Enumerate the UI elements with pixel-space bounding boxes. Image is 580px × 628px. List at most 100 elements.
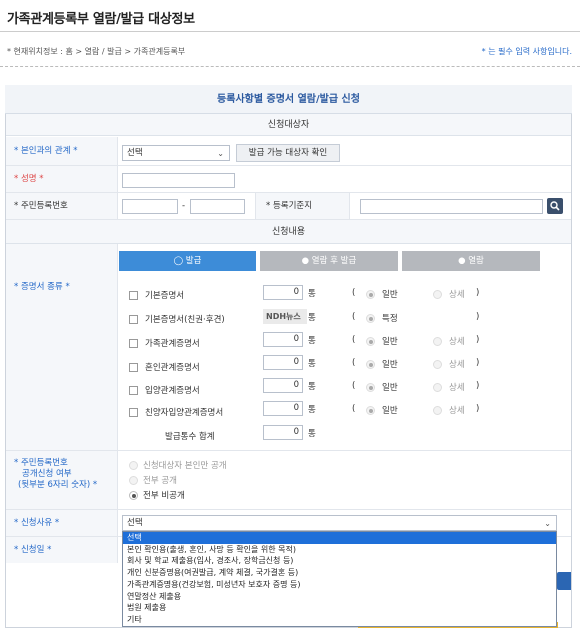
cert-opt1-label: 특정 bbox=[382, 314, 398, 324]
panel-title: 등록사항별 증명서 열람/발급 신청 bbox=[5, 85, 572, 114]
paren-close: ) bbox=[476, 312, 480, 322]
search-button[interactable] bbox=[547, 198, 563, 214]
reason-label-text: * 신청사유 * bbox=[14, 518, 60, 528]
chevron-down-icon: ⌄ bbox=[544, 519, 551, 528]
cert-unit: 통 bbox=[308, 359, 316, 369]
rrn-public-option-self: 신청대상자 본인만 공개 bbox=[143, 461, 227, 471]
base-label: * 등록기준지 bbox=[255, 193, 350, 219]
paren-open: ( bbox=[352, 335, 356, 345]
date-label-text: * 신청일 * bbox=[14, 545, 52, 555]
cert-opt1-radio[interactable] bbox=[366, 337, 375, 346]
tab-issue[interactable]: ◯ 발급 bbox=[119, 251, 256, 271]
check-eligible-button[interactable]: 발급 가능 대상자 확인 bbox=[236, 144, 340, 162]
cert-checkbox[interactable] bbox=[129, 339, 138, 348]
reason-dropdown-list[interactable]: 선택 본인 확인용(출생, 혼인, 사망 등 확인을 위한 목적) 회사 및 학… bbox=[122, 531, 557, 627]
tab-view-then-issue[interactable]: ● 열람 후 발급 bbox=[260, 251, 398, 271]
cert-opt1-radio[interactable] bbox=[366, 290, 375, 299]
reason-option[interactable]: 선택 bbox=[123, 532, 556, 544]
cert-opt1-label: 일반 bbox=[382, 360, 398, 370]
tab-view-radio-icon: ● bbox=[458, 256, 466, 266]
name-input[interactable] bbox=[122, 173, 235, 188]
cert-unit: 통 bbox=[308, 313, 316, 323]
cert-count-input[interactable]: 0 bbox=[263, 378, 303, 393]
cert-checkbox[interactable] bbox=[129, 386, 138, 395]
cert-name: 혼인관계증명서 bbox=[145, 363, 200, 373]
cert-opt2-radio[interactable] bbox=[433, 337, 442, 346]
cert-checkbox[interactable] bbox=[129, 291, 138, 300]
reason-option[interactable]: 기타 bbox=[123, 614, 556, 626]
cert-opt1-radio[interactable] bbox=[366, 314, 375, 323]
cert-type-label-text: * 증명서 종류 * bbox=[14, 282, 70, 292]
rrn-public-label-line1: * 주민등록번호 bbox=[14, 458, 68, 468]
base-input[interactable] bbox=[360, 199, 543, 214]
cert-checkbox[interactable] bbox=[129, 315, 138, 324]
rrn-public-radio-self[interactable] bbox=[129, 461, 138, 470]
reason-option[interactable]: 가족관계증명용(건강보험, 미성년자 보호자 증명 등) bbox=[123, 579, 556, 591]
cert-count-input[interactable]: 0 bbox=[263, 401, 303, 416]
relation-label-text: * 본인과의 관계 * bbox=[14, 146, 78, 156]
cert-count-input[interactable]: 0 bbox=[263, 332, 303, 347]
paren-open: ( bbox=[352, 312, 356, 322]
paren-open: ( bbox=[352, 288, 356, 298]
cert-opt1-radio[interactable] bbox=[366, 406, 375, 415]
reason-option[interactable]: 본인 확인용(출생, 혼인, 사망 등 확인을 위한 목적) bbox=[123, 544, 556, 556]
relation-select-value: 선택 bbox=[127, 148, 143, 158]
total-label: 발급통수 합계 bbox=[165, 432, 215, 442]
paren-close: ) bbox=[476, 404, 480, 414]
tab-view[interactable]: ● 열람 bbox=[402, 251, 540, 271]
required-note: * 는 필수 입력 사항입니다. bbox=[481, 47, 572, 56]
cert-opt2-radio[interactable] bbox=[433, 360, 442, 369]
cert-name: 입양관계증명서 bbox=[145, 386, 200, 396]
reason-option[interactable]: 개인 신분증명용(여권발급, 계약 체결, 국가결혼 등) bbox=[123, 567, 556, 579]
reason-option[interactable]: 연말정산 제출용 bbox=[123, 591, 556, 603]
rrn-public-radio-all[interactable] bbox=[129, 476, 138, 485]
breadcrumb: * 현재위치정보 : 홈 > 열람 / 발급 > 가족관계등록부 bbox=[7, 47, 186, 56]
cert-opt2-radio[interactable] bbox=[433, 406, 442, 415]
paren-open: ( bbox=[352, 381, 356, 391]
relation-label: * 본인과의 관계 * bbox=[6, 137, 118, 165]
paren-close: ) bbox=[476, 335, 480, 345]
cert-name: 가족관계증명서 bbox=[145, 339, 200, 349]
cert-checkbox[interactable] bbox=[129, 408, 138, 417]
cert-name: 기본증명서(친권·후견) bbox=[145, 315, 225, 325]
rrn-label-text: * 주민등록번호 bbox=[14, 201, 68, 211]
cert-opt2-radio[interactable] bbox=[433, 290, 442, 299]
rrn-public-label-line2: 공개신청 여부 bbox=[22, 469, 72, 479]
watermark-logo: NDH뉴스 bbox=[263, 309, 307, 324]
rrn-front-input[interactable] bbox=[122, 199, 178, 214]
reason-option[interactable]: 법원 제출용 bbox=[123, 602, 556, 614]
date-label: * 신청일 * bbox=[6, 537, 118, 563]
cert-opt2-radio[interactable] bbox=[433, 383, 442, 392]
rrn-back-input[interactable] bbox=[190, 199, 245, 214]
cert-unit: 통 bbox=[308, 382, 316, 392]
cert-opt2-label: 상세 bbox=[449, 360, 465, 370]
rrn-public-label-line3: (뒷부분 6자리 숫자) * bbox=[18, 480, 98, 490]
tab-view-issue-radio-icon: ● bbox=[301, 256, 310, 266]
submit-button-edge[interactable] bbox=[557, 572, 571, 590]
total-count: 0 bbox=[263, 425, 303, 440]
cert-count-input[interactable]: 0 bbox=[263, 285, 303, 300]
cert-name: 친양자입양관계증명서 bbox=[145, 408, 224, 418]
cert-opt1-radio[interactable] bbox=[366, 383, 375, 392]
relation-select[interactable]: 선택 ⌄ bbox=[122, 145, 230, 161]
cert-opt2-label: 상세 bbox=[449, 383, 465, 393]
paren-close: ) bbox=[476, 381, 480, 391]
rrn-label: * 주민등록번호 bbox=[6, 193, 118, 219]
rrn-public-radio-none[interactable] bbox=[129, 491, 138, 500]
cert-checkbox[interactable] bbox=[129, 363, 138, 372]
reason-option[interactable]: 회사 및 학교 제출용(입사, 경조사, 장학금신청 등) bbox=[123, 555, 556, 567]
cert-unit: 통 bbox=[308, 336, 316, 346]
cert-opt1-label: 일반 bbox=[382, 383, 398, 393]
rrn-dash: - bbox=[182, 201, 186, 211]
reason-select-value: 선택 bbox=[127, 518, 143, 528]
cert-opt1-radio[interactable] bbox=[366, 360, 375, 369]
cert-count-input[interactable]: 0 bbox=[263, 355, 303, 370]
chevron-down-icon: ⌄ bbox=[217, 149, 224, 158]
rrn-public-option-all: 전부 공개 bbox=[143, 476, 177, 486]
cert-name: 기본증명서 bbox=[145, 291, 185, 301]
rrn-public-option-none: 전부 비공개 bbox=[143, 491, 185, 501]
reason-select[interactable]: 선택 ⌄ bbox=[122, 515, 557, 531]
tab-issue-label: 발급 bbox=[185, 256, 202, 266]
name-label-text: * 성명 * bbox=[14, 174, 44, 184]
section-target-title: 신청대상자 bbox=[6, 114, 571, 136]
